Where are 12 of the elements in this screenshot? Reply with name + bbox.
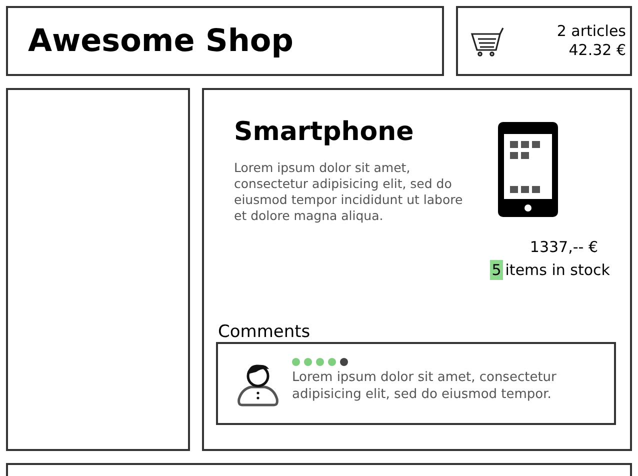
comment-text: Lorem ipsum dolor sit amet, consectetur adipisicing elit, sed do eiusmod tempor. <box>292 369 558 403</box>
cart-panel[interactable]: 2 articles 42.32 € <box>456 6 632 76</box>
stock-count: 5 <box>490 260 504 280</box>
shop-title: Awesome Shop <box>28 22 294 61</box>
product-name: Smartphone <box>234 116 415 149</box>
product-price: 1337,-- € <box>530 237 598 257</box>
smartphone-icon <box>498 122 558 217</box>
comments-heading: Comments <box>218 322 312 342</box>
cart-count: 2 articles <box>556 22 626 41</box>
product-description: Lorem ipsum dolor sit amet, consectetur adipisicing elit, sed do eiusmod tempor incididunt ut labore et dolore magna aliqua. <box>234 160 464 224</box>
cart-total: 42.32 € <box>568 41 626 60</box>
stock-label: items in stock <box>505 260 610 280</box>
